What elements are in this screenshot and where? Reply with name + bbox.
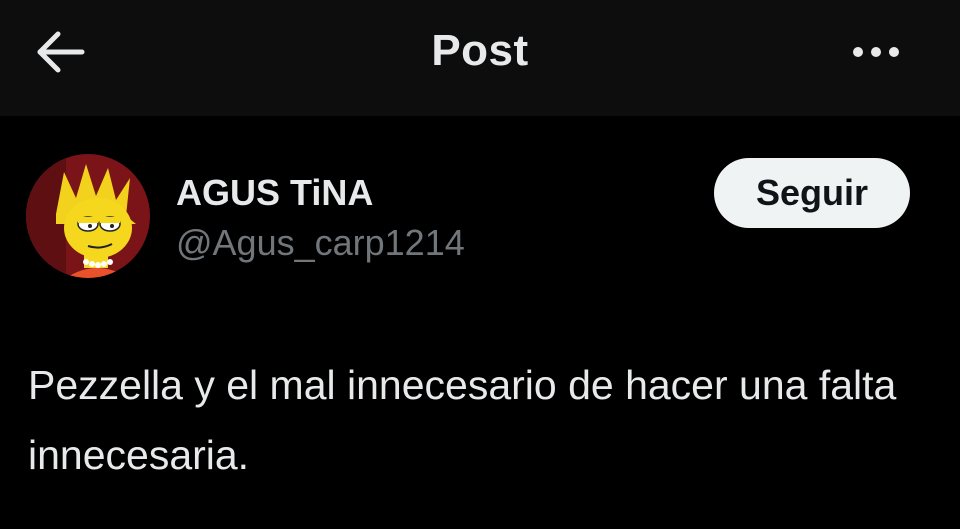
more-horizontal-icon [889, 47, 899, 57]
top-bar: Post [0, 0, 960, 116]
author-display-name[interactable]: AGUS TiNA [176, 172, 373, 214]
avatar-image [26, 154, 150, 278]
page-title: Post [431, 26, 529, 75]
post-text: Pezzella y el mal innecesario de hacer u… [28, 362, 897, 478]
more-horizontal-icon [853, 47, 863, 57]
more-options-button[interactable] [840, 30, 912, 74]
follow-button[interactable]: Seguir [714, 158, 910, 228]
avatar[interactable] [26, 154, 150, 278]
more-horizontal-icon [871, 47, 881, 57]
author-handle[interactable]: @Agus_carp1214 [176, 222, 465, 264]
